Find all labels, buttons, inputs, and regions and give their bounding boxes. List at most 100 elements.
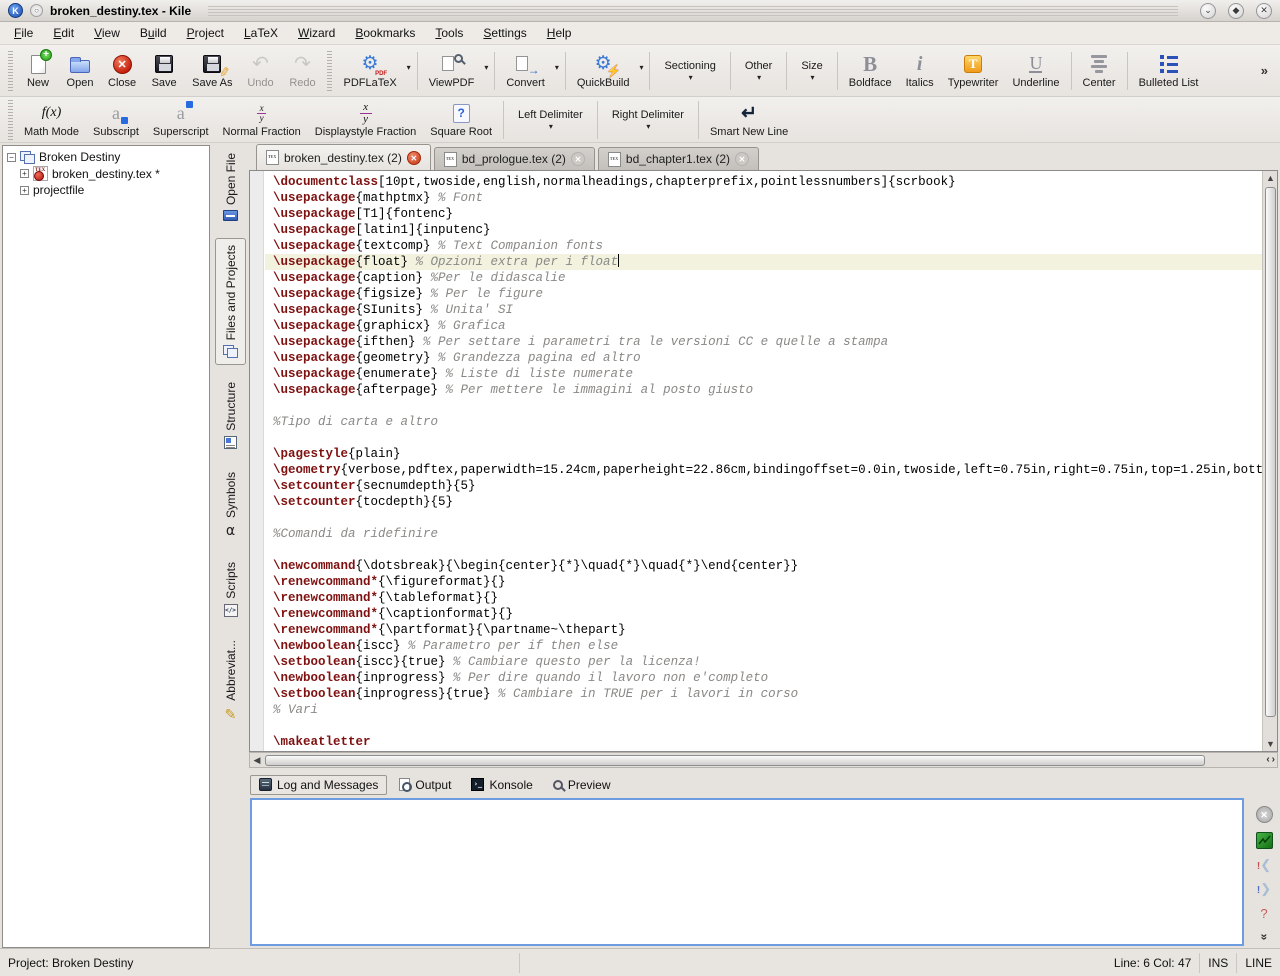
code-line[interactable]: \usepackage{float} % Opzioni extra per i… [265,254,1263,270]
tab-preview[interactable]: Preview [545,776,619,794]
close-window-button[interactable]: ✕ [1256,3,1272,19]
viewpdf-button[interactable]: ViewPDF▾ [422,50,491,91]
code-line[interactable]: \newcommand{\dotsbreak}{\begin{center}{*… [265,558,1263,574]
tree-item-broken-destiny-tex[interactable]: + broken_destiny.tex * [18,165,207,182]
tab-close-icon[interactable]: ✕ [407,151,421,165]
code-line[interactable]: \usepackage{ifthen} % Per settare i para… [265,334,1263,350]
save-button[interactable]: Save [143,50,185,91]
scroll-down-icon[interactable]: ▼ [1263,737,1278,751]
displaystyle-fraction-button[interactable]: xy Displaystyle Fraction [308,99,423,140]
code-line[interactable]: \documentclass[10pt,twoside,english,norm… [265,174,1263,190]
sidebar-tab-scripts[interactable]: Scripts </> [215,556,246,623]
menu-view[interactable]: View [84,23,130,43]
left-delimiter-button[interactable]: Left Delimiter▾ [508,101,593,139]
menu-wizard[interactable]: Wizard [288,23,345,43]
menu-edit[interactable]: Edit [43,23,84,43]
sidebar-tab-files-and-projects[interactable]: Files and Projects [215,238,246,365]
toolbar-handle[interactable] [8,100,13,140]
code-area[interactable]: \documentclass[10pt,twoside,english,norm… [265,174,1263,750]
code-line[interactable] [265,398,1263,414]
tab-close-icon[interactable]: ✕ [571,152,585,166]
next-error-icon[interactable]: !❯ [1257,882,1271,897]
superscript-button[interactable]: a Superscript [146,99,216,140]
code-line[interactable]: \setboolean{iscc}{true} % Cambiare quest… [265,654,1263,670]
normal-fraction-button[interactable]: xy Normal Fraction [216,99,308,140]
code-line[interactable] [265,510,1263,526]
menu-tools[interactable]: Tools [425,23,473,43]
code-line[interactable]: \newboolean{inprogress} % Per dire quand… [265,670,1263,686]
code-line[interactable]: \usepackage[T1]{fontenc} [265,206,1263,222]
quickbuild-button[interactable]: ⚙⚡ QuickBuild▾ [570,50,646,91]
close-button[interactable]: ✕ Close [101,50,143,91]
stop-process-icon[interactable]: ✕ [1256,806,1273,823]
underline-button[interactable]: U Underline [1005,50,1066,91]
code-line[interactable]: \usepackage{SIunits} % Unita' SI [265,302,1263,318]
tab-output[interactable]: Output [391,776,459,794]
italics-button[interactable]: i Italics [899,50,941,91]
code-line[interactable]: \makeatletter [265,734,1263,750]
code-line[interactable]: %Comandi da ridefinire [265,526,1263,542]
center-button[interactable]: Center [1076,50,1123,91]
code-line[interactable]: \geometry{verbose,pdftex,paperwidth=15.2… [265,462,1263,478]
vertical-scroll-thumb[interactable] [1265,187,1276,717]
typewriter-button[interactable]: T Typewriter [941,50,1006,91]
shade-button[interactable]: ⌄ [1200,3,1216,19]
tree-root-broken-destiny[interactable]: − Broken Destiny [5,149,207,165]
tree-item-projectfile[interactable]: + projectfile [18,182,207,198]
scroll-up-icon[interactable]: ▲ [1263,171,1278,185]
code-line[interactable]: \newboolean{iscc} % Parametro per if the… [265,638,1263,654]
code-line[interactable]: \setboolean{inprogress}{true} % Cambiare… [265,686,1263,702]
horizontal-scrollbar[interactable]: ◀ ‹› [249,752,1278,768]
code-line[interactable]: \renewcommand*{\figureformat}{} [265,574,1263,590]
new-button[interactable]: + New [17,50,59,91]
code-line[interactable]: \renewcommand*{\captionformat}{} [265,606,1263,622]
sidebar-tab-abbreviation[interactable]: Abbreviat... ✎ [215,634,246,729]
latex-log-icon[interactable] [1256,832,1273,849]
math-mode-button[interactable]: f(x) Math Mode [17,99,86,140]
bulleted-list-button[interactable]: Bulleted List [1132,50,1206,91]
redo-button[interactable]: ↷ Redo [281,50,323,91]
code-line[interactable]: \usepackage[latin1]{inputenc} [265,222,1263,238]
horizontal-scroll-thumb[interactable] [265,755,1205,766]
right-delimiter-button[interactable]: Right Delimiter▾ [602,101,694,139]
code-line[interactable]: \renewcommand*{\tableformat}{} [265,590,1263,606]
code-line[interactable]: \setcounter{secnumdepth}{5} [265,478,1263,494]
code-line[interactable]: \setcounter{tocdepth}{5} [265,494,1263,510]
square-root-button[interactable]: ? Square Root [423,99,499,140]
window-menu-icon[interactable]: ○ [30,4,43,17]
text-editor[interactable]: \documentclass[10pt,twoside,english,norm… [249,170,1278,752]
code-line[interactable]: \usepackage{graphicx} % Grafica [265,318,1263,334]
scroll-left-icon[interactable]: ‹ [1266,753,1269,767]
sidebar-tab-symbols[interactable]: Symbols α [215,466,246,545]
sidebar-tab-open-file[interactable]: Open File [215,147,246,227]
editor-tab-broken-destiny[interactable]: broken_destiny.tex (2) ✕ [256,144,431,170]
other-button[interactable]: Other▾ [735,52,783,90]
tab-konsole[interactable]: ›_ Konsole [463,776,540,794]
scroll-left-icon[interactable]: ◀ [250,753,264,767]
code-line[interactable] [265,430,1263,446]
toolbar-handle[interactable] [327,51,332,91]
editor-tab-bd-chapter1[interactable]: bd_chapter1.tex (2) ✕ [598,147,759,170]
tab-log-and-messages[interactable]: Log and Messages [250,775,387,795]
scroll-right-icon[interactable]: › [1272,753,1275,767]
toolbar-handle[interactable] [8,51,13,91]
code-line[interactable]: \renewcommand*{\partformat}{\partname~\t… [265,622,1263,638]
code-line[interactable]: \usepackage{afterpage} % Per mettere le … [265,382,1263,398]
maximize-button[interactable]: ◆ [1228,3,1244,19]
pdflatex-button[interactable]: ⚙PDF PDFLaTeX▾ [336,50,412,91]
code-line[interactable]: \usepackage{caption} %Per le didascalie [265,270,1263,286]
save-as-button[interactable]: ✎ Save As [185,50,239,91]
editor-tab-bd-prologue[interactable]: bd_prologue.tex (2) ✕ [434,147,595,170]
menu-help[interactable]: Help [537,23,582,43]
code-line[interactable]: %Tipo di carta e altro [265,414,1263,430]
log-messages-view[interactable] [250,798,1244,946]
code-line[interactable]: \pagestyle{plain} [265,446,1263,462]
code-line[interactable]: \usepackage{mathptmx} % Font [265,190,1263,206]
vertical-scrollbar[interactable]: ▲ ▼ [1262,171,1277,751]
toolbar-overflow-chevron[interactable]: » [1261,63,1268,78]
menu-build[interactable]: Build [130,23,177,43]
expand-icon[interactable]: + [20,169,29,178]
menu-latex[interactable]: LaTeX [234,23,288,43]
undo-button[interactable]: ↶ Undo [239,50,281,91]
menu-bookmarks[interactable]: Bookmarks [345,23,425,43]
